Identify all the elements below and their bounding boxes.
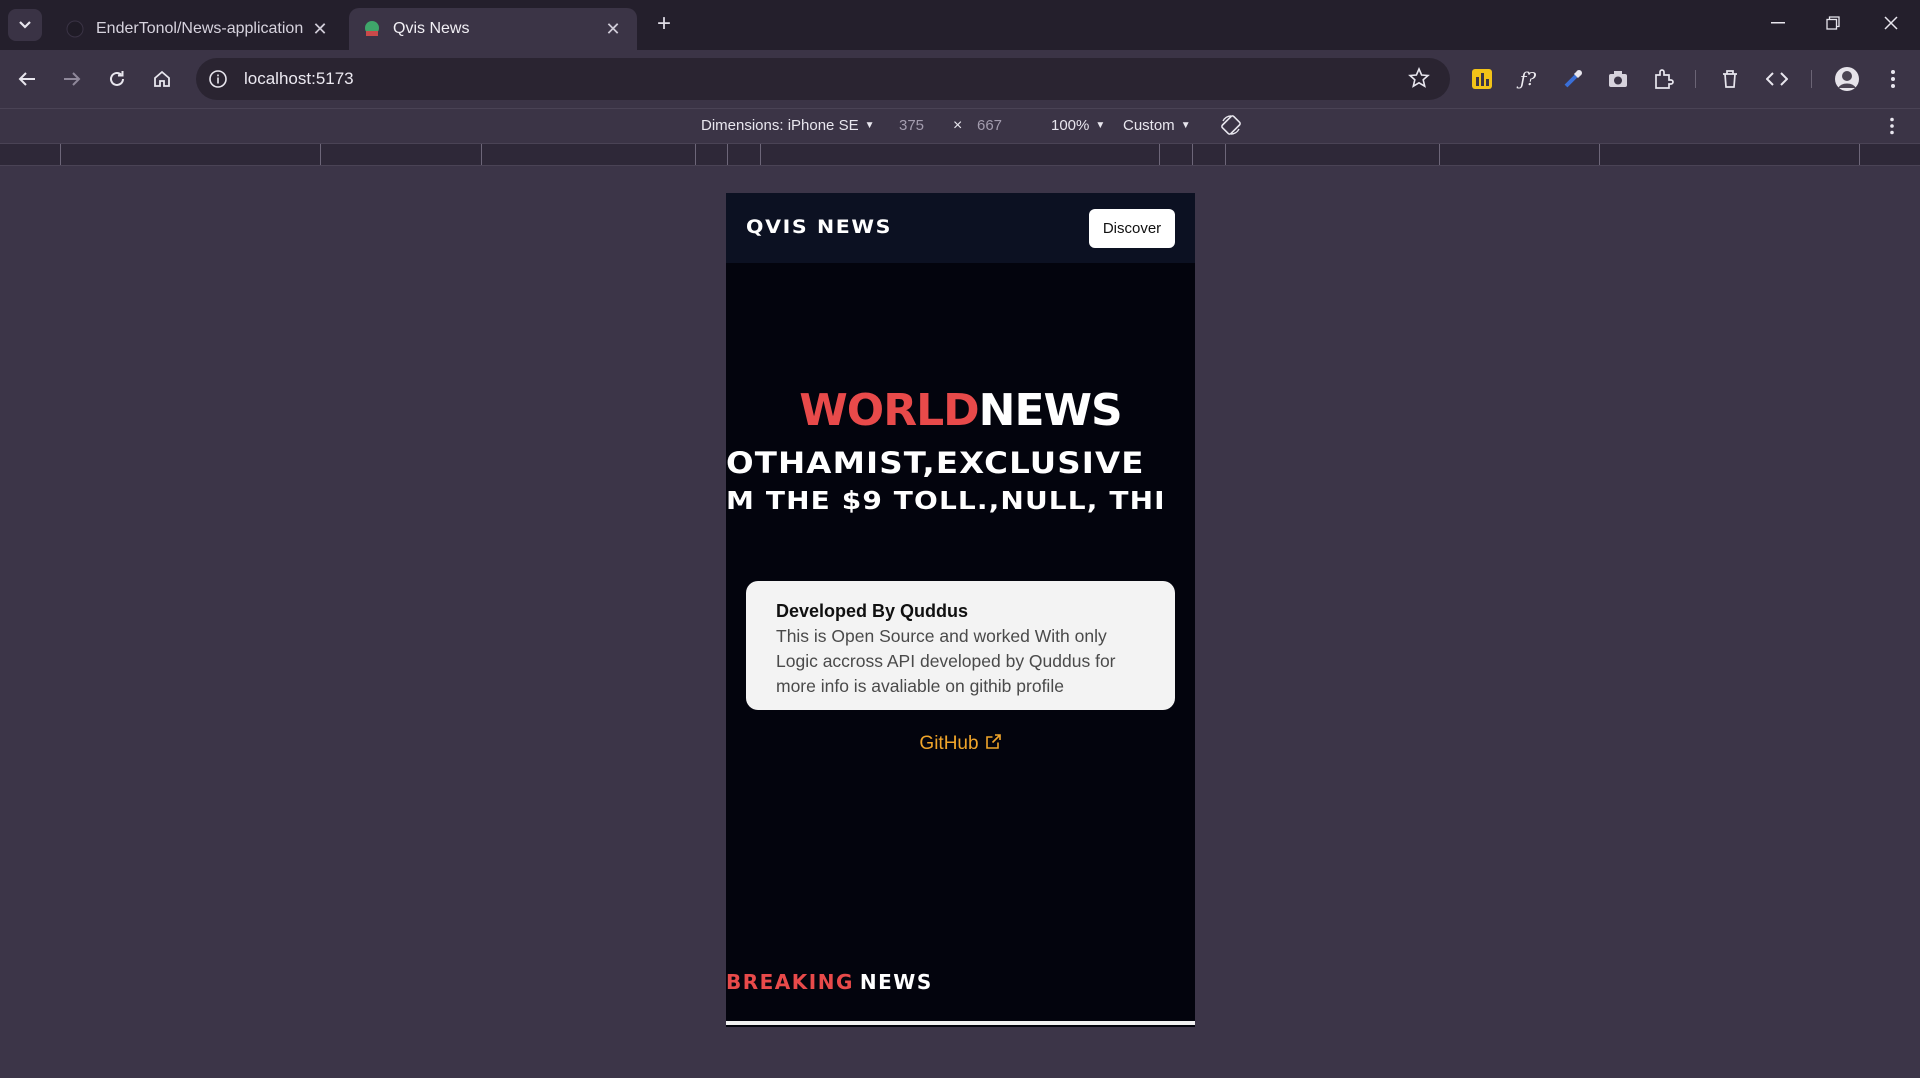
address-bar[interactable]: localhost:5173 bbox=[196, 58, 1450, 100]
home-icon[interactable] bbox=[147, 64, 177, 94]
caret-down-icon: ▼ bbox=[864, 120, 875, 131]
restore-icon[interactable] bbox=[1813, 8, 1853, 38]
toolbar-separator bbox=[1811, 70, 1812, 88]
zoom-select[interactable]: 100% ▼ bbox=[1051, 117, 1105, 134]
device-toolbar: Dimensions: iPhone SE ▼ 375 × 667 100% ▼ C… bbox=[0, 108, 1920, 143]
reload-icon[interactable] bbox=[102, 64, 132, 94]
back-icon[interactable] bbox=[12, 64, 42, 94]
tab-title: EnderTonol/News-application bbox=[96, 20, 304, 37]
device-width-input[interactable]: 375 bbox=[899, 117, 924, 134]
dimension-separator: × bbox=[953, 117, 963, 134]
close-icon[interactable]: ✕ bbox=[310, 19, 330, 39]
caret-down-icon: ▼ bbox=[1095, 120, 1106, 131]
site-info-icon[interactable] bbox=[206, 67, 230, 91]
hero-headline: WORLDNEWS bbox=[726, 385, 1195, 436]
headline-news: NEWS bbox=[978, 385, 1123, 436]
browser-toolbar: localhost:5173 ƒ? bbox=[0, 50, 1920, 108]
news-label: NEWS bbox=[859, 970, 933, 994]
device-viewport: QVIS NEWS Discover WORLDNEWS OTHAMIST,EX… bbox=[726, 193, 1195, 1027]
font-extension-icon[interactable]: ƒ? bbox=[1513, 64, 1543, 94]
device-dimensions-select[interactable]: Dimensions: iPhone SE ▼ bbox=[701, 117, 875, 134]
camera-icon[interactable] bbox=[1603, 64, 1633, 94]
url-text: localhost:5173 bbox=[244, 69, 354, 88]
analytics-extension-icon[interactable] bbox=[1467, 64, 1497, 94]
developer-info-card: Developed By Quddus This is Open Source … bbox=[746, 581, 1175, 710]
news-ticker-line-1: OTHAMIST,EXCLUSIVE bbox=[726, 446, 1195, 480]
extensions-puzzle-icon[interactable] bbox=[1648, 64, 1678, 94]
breaking-label: BREAKING bbox=[726, 970, 854, 994]
discover-button[interactable]: Discover bbox=[1089, 209, 1175, 248]
external-link-icon bbox=[985, 733, 1002, 756]
close-icon[interactable]: ✕ bbox=[603, 19, 623, 39]
headline-world: WORLD bbox=[799, 385, 979, 436]
github-link[interactable]: GitHub bbox=[726, 733, 1195, 756]
caret-down-icon: ▼ bbox=[1180, 120, 1191, 131]
ticker-text: OTHAMIST,EXCLUSIVE bbox=[726, 446, 1145, 480]
throttle-label: Custom bbox=[1123, 117, 1175, 134]
device-toolbar-menu-icon[interactable] bbox=[1889, 117, 1895, 139]
toolbar-separator bbox=[1695, 70, 1696, 88]
tab-title: Qvis News bbox=[393, 20, 470, 37]
minimize-icon[interactable] bbox=[1758, 8, 1798, 38]
rotate-icon[interactable] bbox=[1220, 114, 1242, 140]
bookmark-star-icon[interactable] bbox=[1408, 66, 1432, 91]
app-header: QVIS NEWS Discover bbox=[726, 193, 1195, 263]
close-window-icon[interactable] bbox=[1871, 8, 1911, 38]
breaking-news-heading: BREAKING NEWS bbox=[726, 970, 933, 994]
qvis-favicon bbox=[363, 20, 381, 38]
device-height-input[interactable]: 667 bbox=[977, 117, 1002, 134]
new-tab-button[interactable]: + bbox=[650, 10, 678, 38]
card-body: This is Open Source and worked With only… bbox=[776, 626, 1116, 696]
tab-qvis-news[interactable]: Qvis News ✕ bbox=[349, 8, 637, 50]
color-picker-icon[interactable] bbox=[1558, 64, 1588, 94]
tab-github-repo[interactable]: EnderTonol/News-application ✕ bbox=[52, 8, 344, 50]
github-link-label: GitHub bbox=[919, 733, 979, 754]
forward-icon[interactable] bbox=[57, 64, 87, 94]
code-icon[interactable] bbox=[1762, 64, 1792, 94]
card-title: Developed By Quddus bbox=[776, 601, 969, 621]
chevron-down-icon bbox=[19, 21, 31, 29]
brand-logo[interactable]: QVIS NEWS bbox=[746, 216, 892, 238]
throttle-select[interactable]: Custom ▼ bbox=[1123, 117, 1191, 134]
device-dimensions-label: Dimensions: iPhone SE bbox=[701, 117, 859, 134]
github-icon bbox=[66, 20, 84, 38]
trash-icon[interactable] bbox=[1715, 64, 1745, 94]
tab-strip: EnderTonol/News-application ✕ Qvis News … bbox=[0, 0, 1920, 50]
news-ticker-line-2: M THE $9 TOLL.,NULL, THI bbox=[726, 486, 1195, 515]
profile-avatar-icon[interactable] bbox=[1832, 64, 1862, 94]
media-query-ruler bbox=[0, 143, 1920, 166]
browser-menu-icon[interactable] bbox=[1878, 64, 1908, 94]
tab-search-button[interactable] bbox=[8, 9, 42, 41]
zoom-label: 100% bbox=[1051, 117, 1090, 134]
bottom-divider bbox=[726, 1021, 1195, 1025]
ticker-text: M THE $9 TOLL.,NULL, THI bbox=[726, 486, 1166, 515]
